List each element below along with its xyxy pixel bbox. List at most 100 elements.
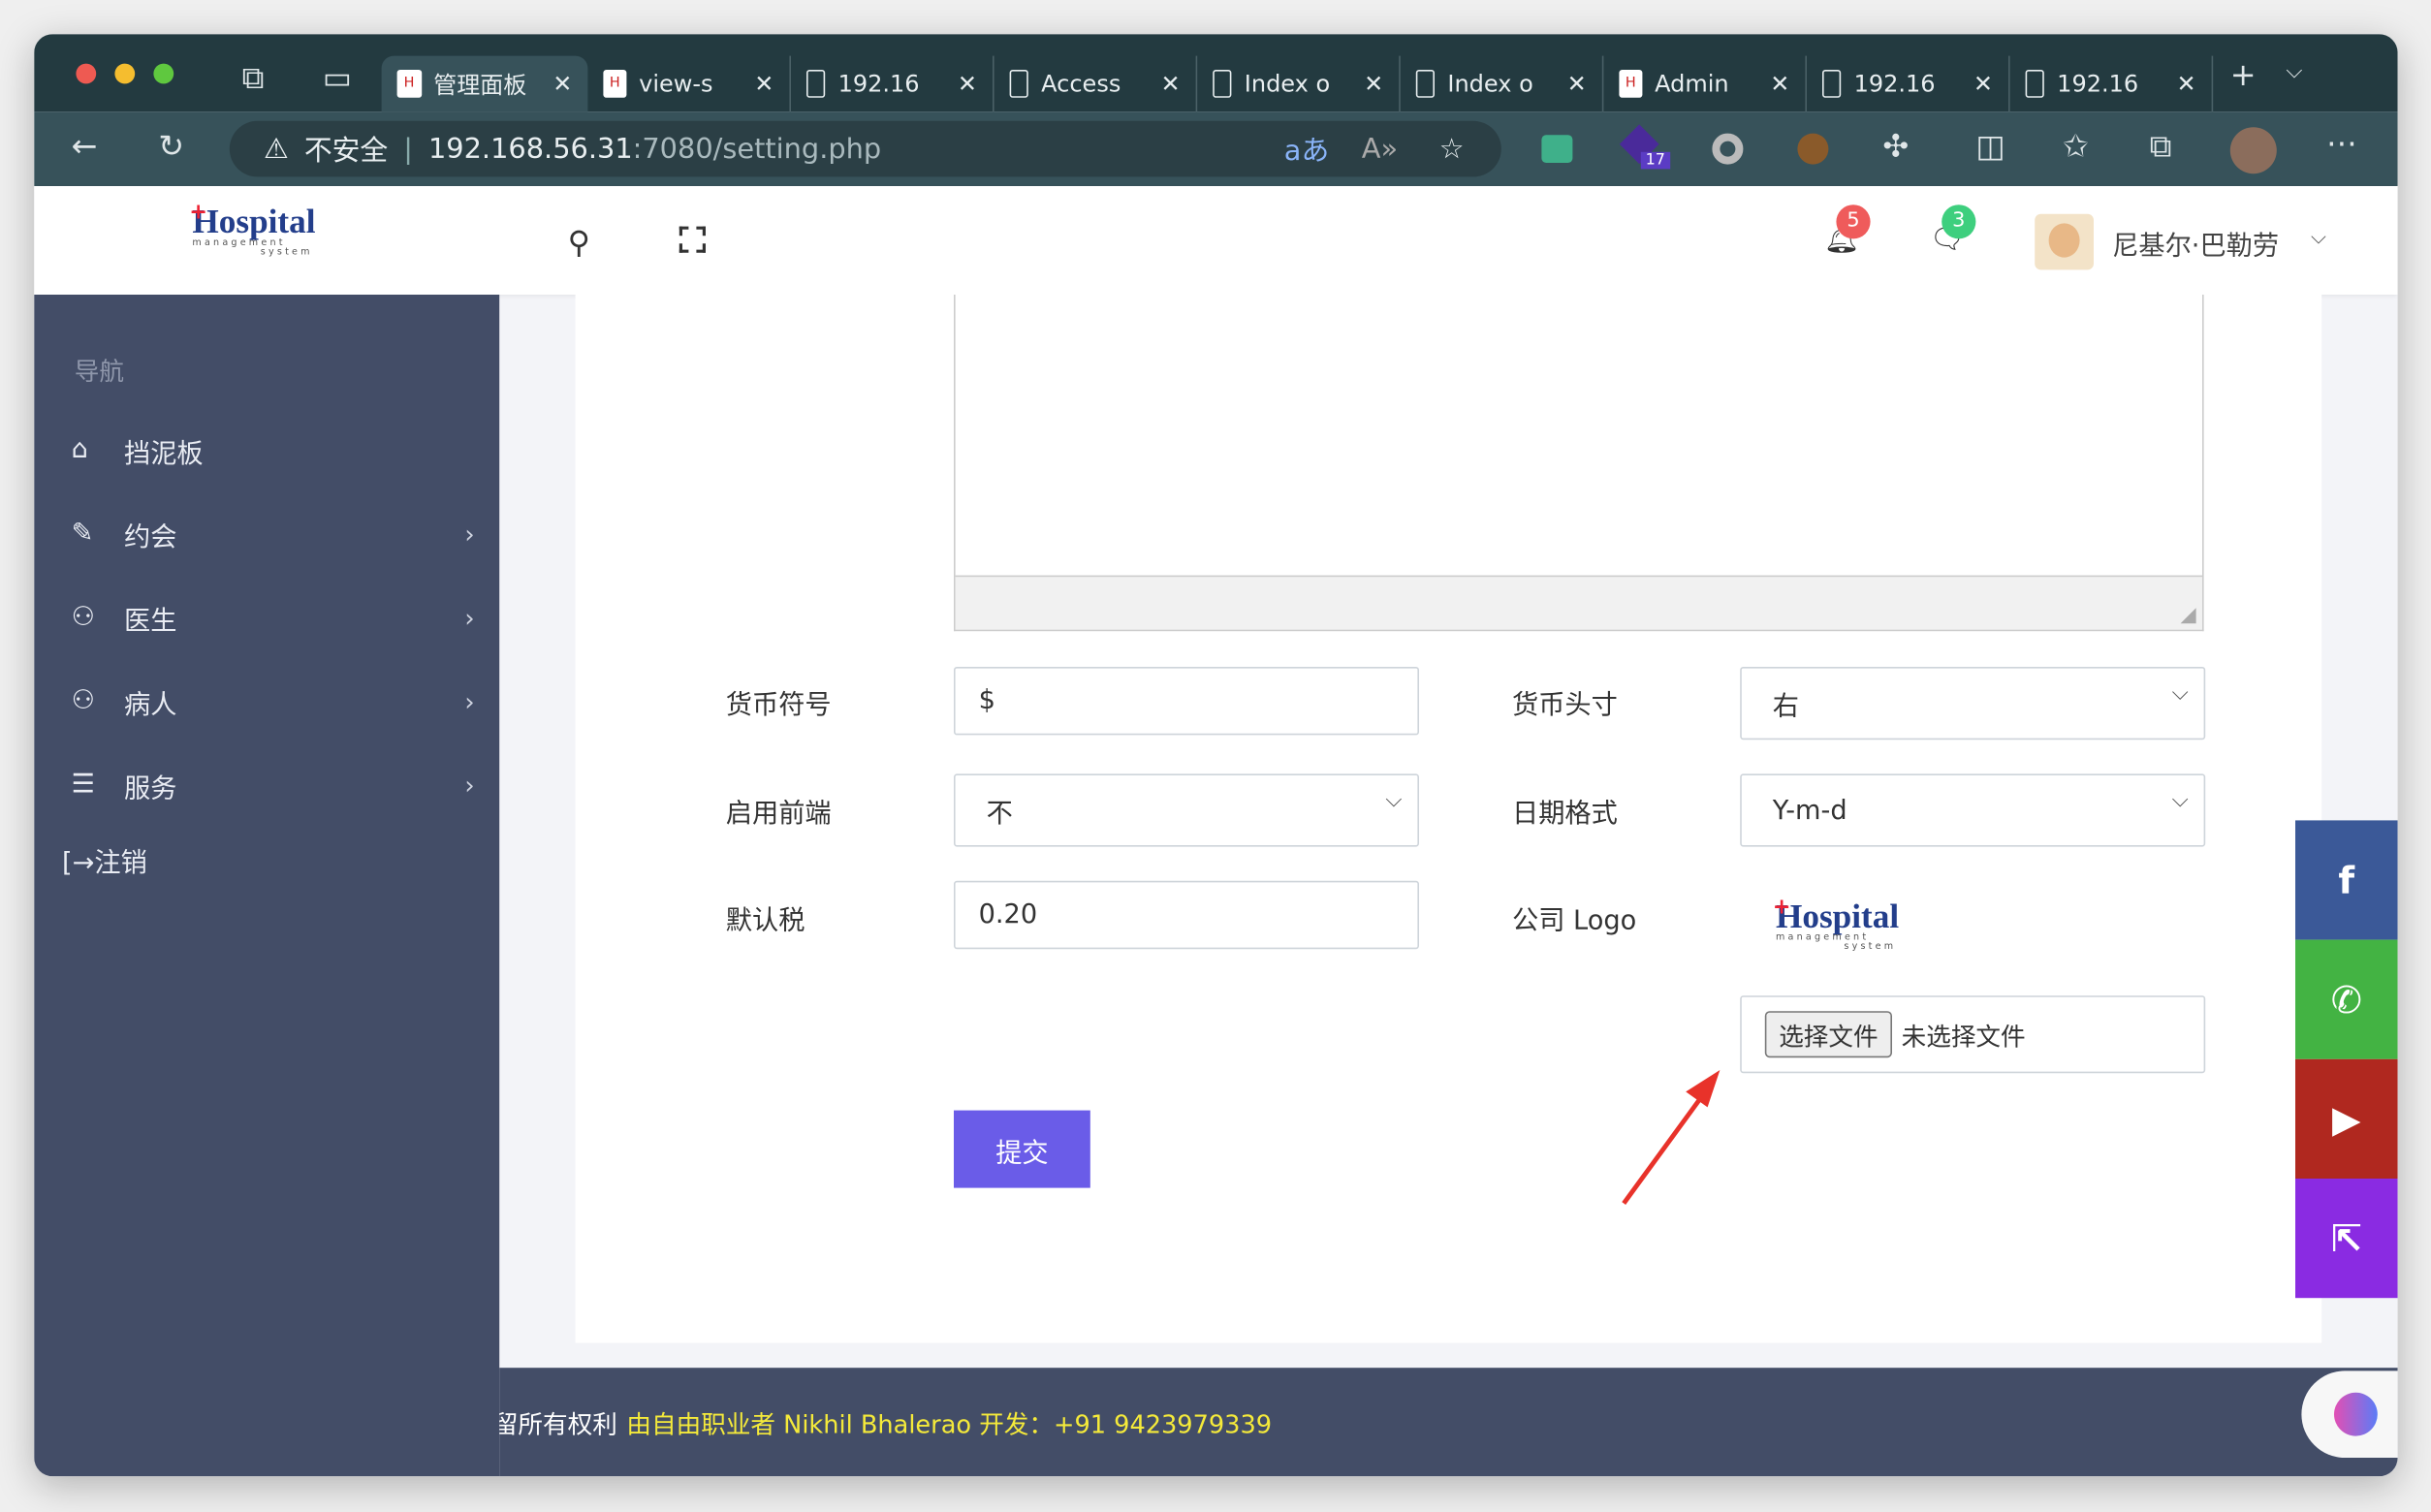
new-tab-button[interactable]: + <box>2230 56 2257 93</box>
translate-icon[interactable]: aあ <box>1284 129 1329 170</box>
logo-subtext: system <box>1844 941 1897 953</box>
tab-actions-icon[interactable]: ▭ <box>323 59 352 96</box>
currency-position-label: 货币头寸 <box>1512 690 1618 721</box>
whatsapp-icon: ✆ <box>2330 977 2362 1022</box>
user-icon: ⚇ <box>71 601 95 633</box>
home-icon: ⌂ <box>71 434 88 465</box>
close-tab-icon[interactable]: ✕ <box>958 70 977 98</box>
share-share-button[interactable]: ⇱ <box>2295 1179 2398 1299</box>
browser-tab[interactable]: Index o ✕ <box>1401 55 1604 112</box>
user-name[interactable]: 尼基尔·巴勒劳 <box>2112 223 2279 262</box>
default-tax-label: 默认税 <box>725 905 805 937</box>
minimize-window-button[interactable] <box>114 63 136 84</box>
hospital-logo[interactable]: + Hospital management system <box>189 200 316 257</box>
collections-icon[interactable]: ⧉ <box>2150 127 2172 164</box>
logout-link[interactable]: [→注销 <box>62 840 147 879</box>
submit-button[interactable]: 提交 <box>954 1110 1090 1188</box>
more-menu-icon[interactable]: ⋯ <box>2326 124 2357 161</box>
extensions-puzzle-icon[interactable]: ✣ <box>1882 127 1909 164</box>
browser-tab[interactable]: Hview-s ✕ <box>587 55 791 112</box>
browser-tab[interactable]: Access ✕ <box>994 55 1198 112</box>
tab-title: 192.16 <box>837 70 920 98</box>
screen: ⧉ ▭ H 管理面板 ✕ Hview-s ✕ 192.16 ✕ Access ✕ Index o ✕… <box>0 0 2431 1512</box>
close-tab-icon[interactable]: ✕ <box>1567 70 1587 98</box>
default-tax-input[interactable]: 0.20 <box>954 880 1419 950</box>
address-bar[interactable]: ⚠ 不安全 | 192.168.56.31:7080/setting.php a… <box>229 120 1501 177</box>
edit-icon: ✎ <box>71 518 94 550</box>
sidebar-item[interactable]: ⚇ 病人 › <box>72 677 475 724</box>
choose-file-button[interactable]: 选择文件 <box>1764 1011 1893 1058</box>
split-screen-icon[interactable]: ◫ <box>1975 127 2005 164</box>
cross-icon: + <box>1772 895 1791 920</box>
close-window-button[interactable] <box>76 63 97 84</box>
close-tab-icon[interactable]: ✕ <box>754 70 774 98</box>
enable-frontend-label: 启用前端 <box>725 799 832 830</box>
close-tab-icon[interactable]: ✕ <box>1770 70 1789 98</box>
settings-card: 货币符号 $ 货币头寸 右 启用前端 不 日期格式 Y-m-d 默认税 0.20… <box>575 295 2322 1343</box>
youtube-share-button[interactable]: ▶ <box>2295 1058 2398 1179</box>
resize-handle-icon[interactable] <box>2180 608 2196 624</box>
record-extension-icon[interactable] <box>1712 133 1744 165</box>
url-text[interactable]: 192.168.56.31:7080/setting.php <box>428 133 881 166</box>
chevron-right-icon: › <box>464 602 475 632</box>
close-tab-icon[interactable]: ✕ <box>552 70 572 98</box>
browser-tab[interactable]: Index o ✕ <box>1197 55 1401 112</box>
browser-tab[interactable]: 192.16 ✕ <box>791 55 994 112</box>
security-label[interactable]: 不安全 <box>304 129 388 170</box>
tab-list-chevron-icon[interactable]: ⌵ <box>2286 59 2302 84</box>
message-badge: 3 <box>1942 205 1976 239</box>
textarea-editor[interactable] <box>954 295 2204 632</box>
notification-badge: 5 <box>1836 205 1871 239</box>
browser-tab[interactable]: H Admin ✕ <box>1603 55 1807 112</box>
enable-frontend-select[interactable]: 不 <box>954 773 1419 847</box>
sidebar-item-label: 病人 <box>124 689 177 721</box>
close-tab-icon[interactable]: ✕ <box>1364 70 1383 98</box>
browser-tab[interactable]: 192.16 ✕ <box>1807 55 2010 112</box>
extension-devtools-icon[interactable] <box>1541 135 1573 163</box>
close-tab-icon[interactable]: ✕ <box>1160 70 1180 98</box>
sidebar-item[interactable]: ☰ 服务 › <box>72 762 475 808</box>
user-menu-chevron-icon[interactable]: ⌵ <box>2311 227 2326 250</box>
assistant-widget-button[interactable] <box>2301 1370 2398 1458</box>
close-tab-icon[interactable]: ✕ <box>1973 70 1993 98</box>
hospital-favicon-icon: H <box>396 70 422 98</box>
cross-icon: + <box>189 200 207 225</box>
reload-button[interactable]: ↻ <box>158 127 184 164</box>
browser-tab[interactable]: H 管理面板 ✕ <box>381 55 588 112</box>
sidebar-item[interactable]: ✎ 约会 › <box>72 510 475 556</box>
sidebar-item[interactable]: ⚇ 医生 › <box>72 594 475 641</box>
browser-tab[interactable]: 192.16 ✕ <box>2010 55 2214 112</box>
editor-statusbar <box>955 575 2202 630</box>
back-button[interactable]: ← <box>72 127 98 164</box>
maximize-window-button[interactable] <box>153 63 174 84</box>
footer-credit-link[interactable]: 由自由职业者 Nikhil Bhalerao 开发：+91 9423979339 <box>626 1403 1272 1440</box>
footer-copyright: 留所有权利 <box>499 1409 617 1439</box>
search-icon[interactable]: ⚲ <box>568 223 590 260</box>
company-logo-file-input[interactable]: 选择文件 未选择文件 <box>1740 995 2206 1074</box>
divider: | <box>403 132 413 166</box>
tab-title: 192.16 <box>2057 70 2139 98</box>
profile-avatar[interactable] <box>2229 127 2277 174</box>
favorite-star-icon[interactable]: ☆ <box>1439 133 1465 166</box>
cookie-extension-icon[interactable] <box>1797 133 1829 165</box>
fullscreen-icon[interactable] <box>679 226 706 253</box>
page-icon <box>1415 70 1436 98</box>
red-arrow-annotation <box>1622 1070 1721 1206</box>
whatsapp-share-button[interactable]: ✆ <box>2295 939 2398 1059</box>
currency-symbol-input[interactable]: $ <box>954 667 1419 736</box>
facebook-share-button[interactable]: f <box>2295 820 2398 940</box>
currency-position-select[interactable]: 右 <box>1740 667 2206 740</box>
logo-text: Hospital <box>192 202 316 240</box>
sidebar-item[interactable]: ⌂ 挡泥板 <box>72 426 475 473</box>
tab-title: Access <box>1041 70 1121 98</box>
chevron-right-icon: › <box>464 770 475 800</box>
user-avatar[interactable] <box>2035 213 2094 270</box>
favorites-icon[interactable]: ✩ <box>2063 127 2089 164</box>
read-aloud-icon[interactable]: A» <box>1362 133 1398 166</box>
sidebar-item-label: 约会 <box>124 521 177 553</box>
workspaces-icon[interactable]: ⧉ <box>242 59 265 96</box>
hospital-favicon-icon: H <box>603 70 627 98</box>
facebook-icon: f <box>2338 858 2355 902</box>
close-tab-icon[interactable]: ✕ <box>2176 70 2195 98</box>
date-format-select[interactable]: Y-m-d <box>1740 773 2206 847</box>
